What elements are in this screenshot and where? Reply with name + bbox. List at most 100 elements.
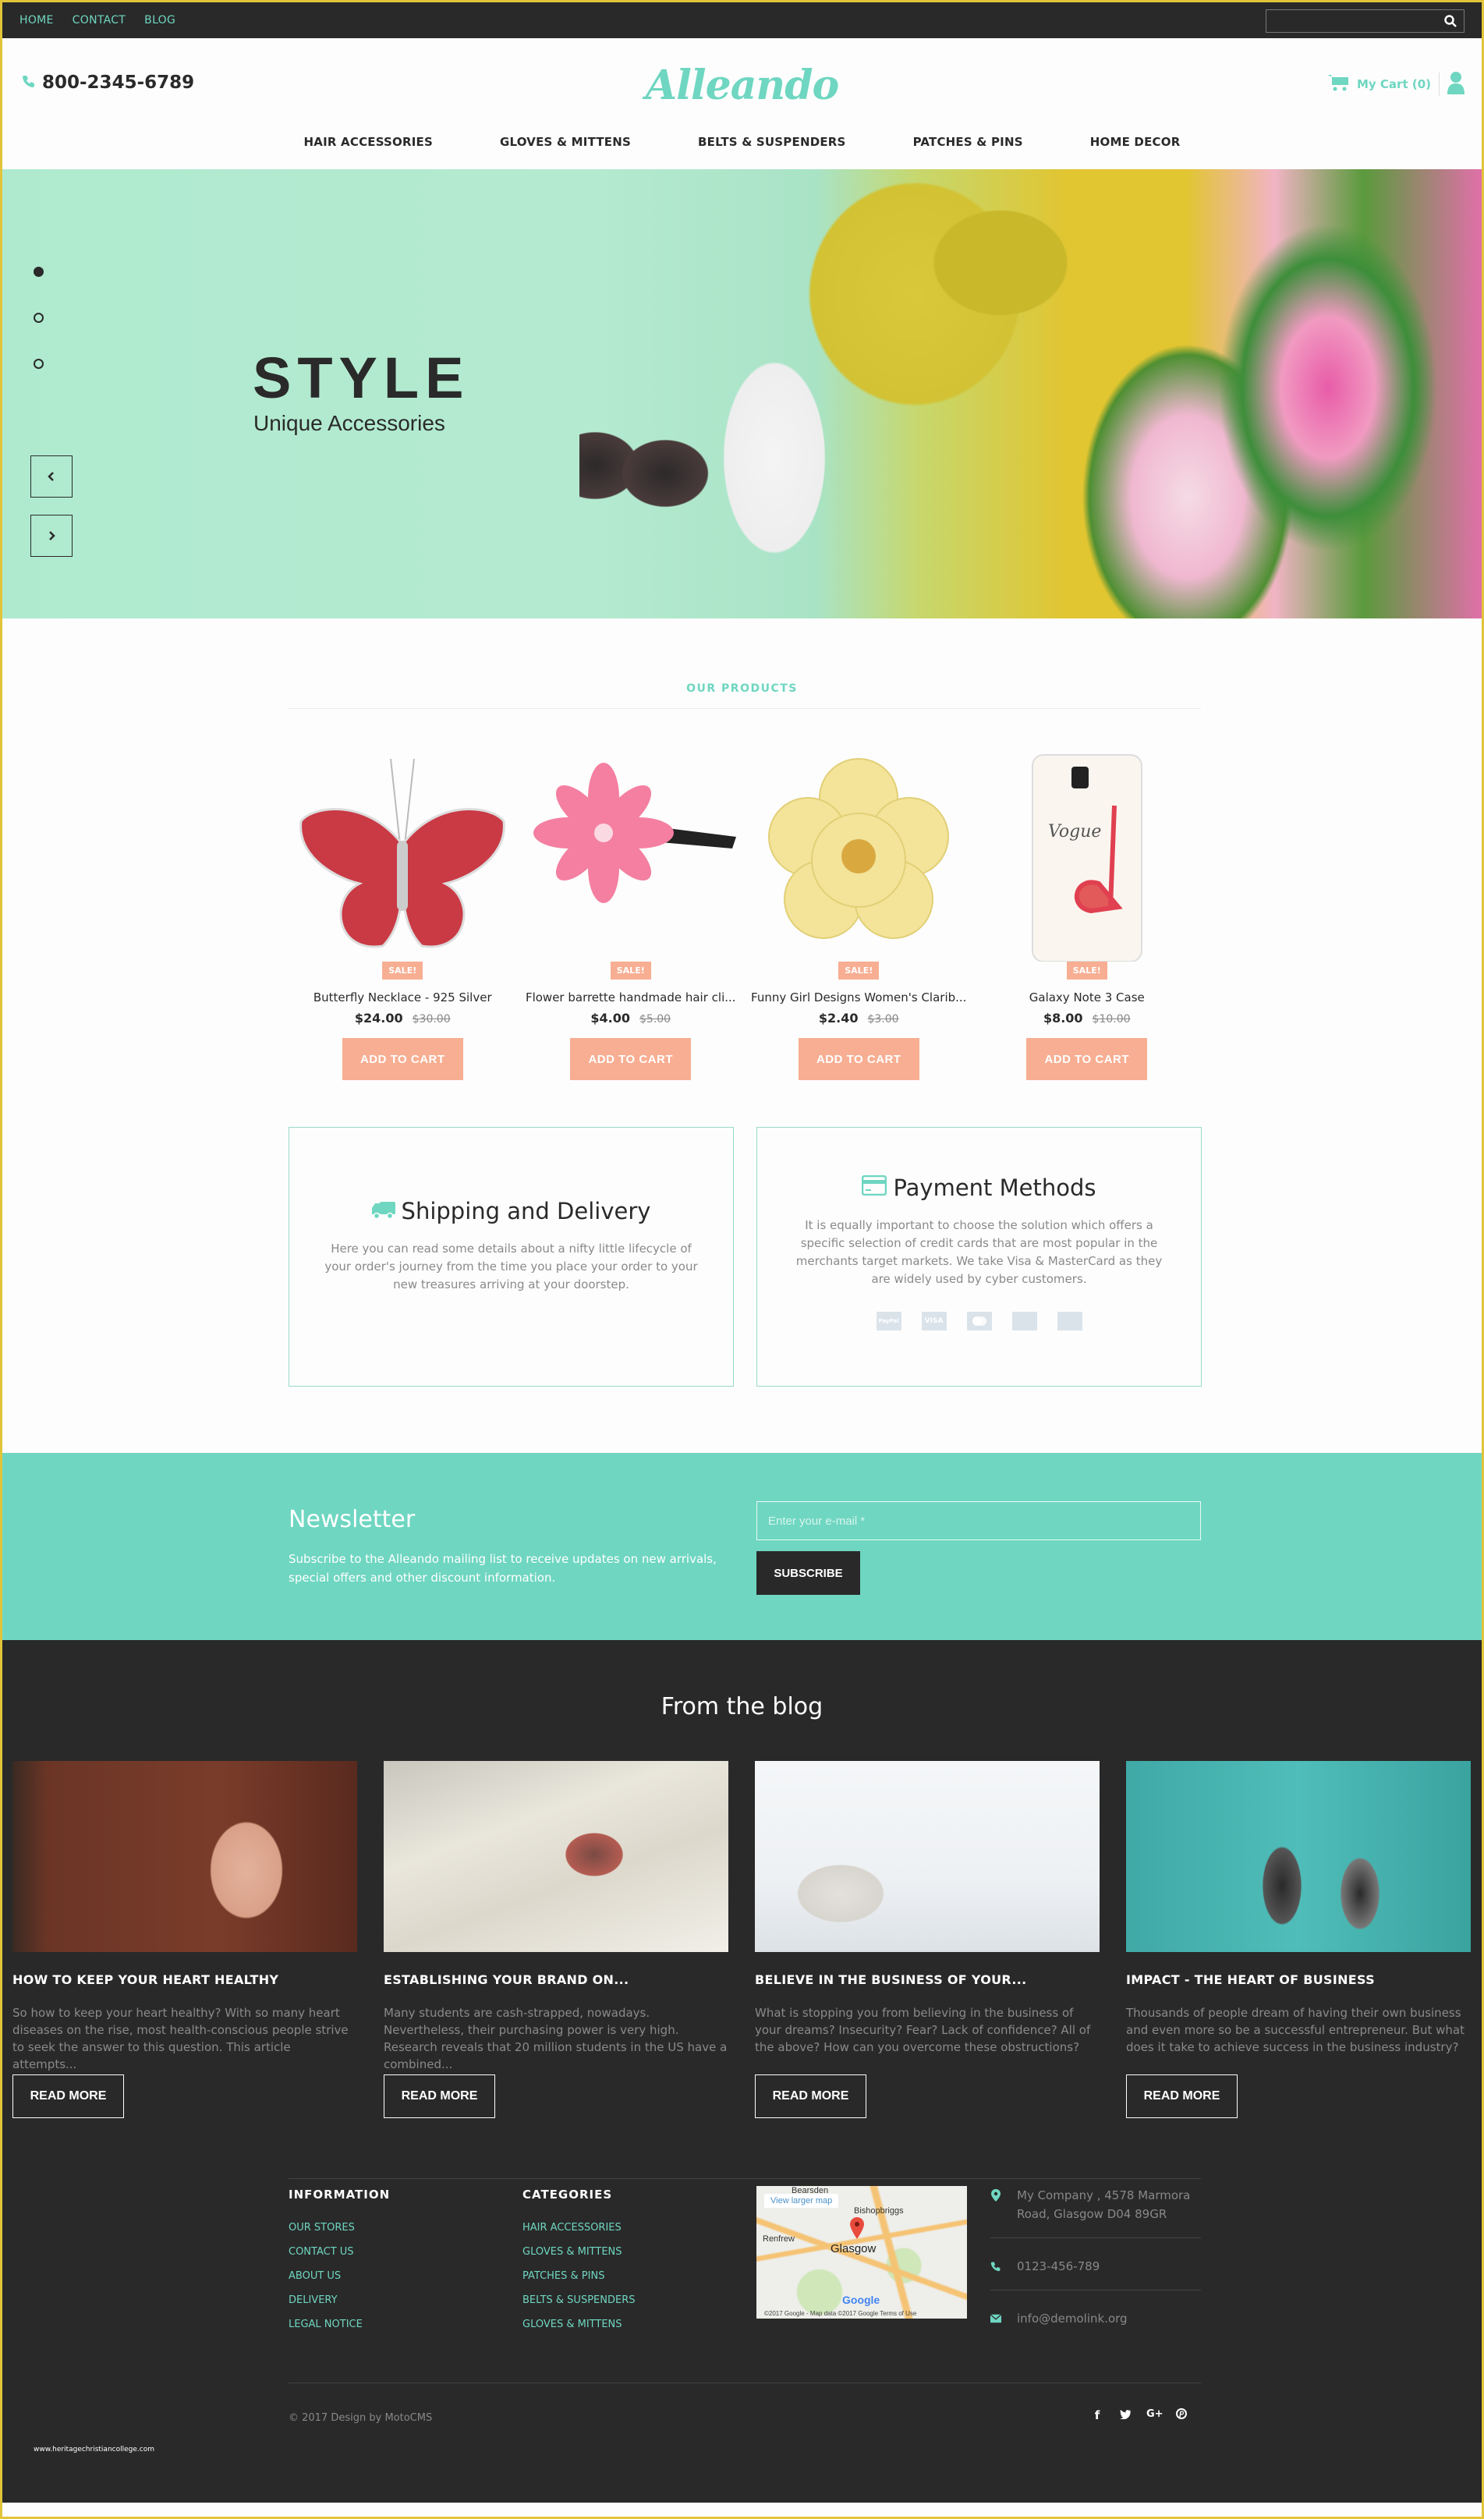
product-image-flower-barrette[interactable] (526, 751, 736, 962)
slider-dot-1[interactable] (34, 267, 44, 277)
slider-next-button[interactable] (30, 515, 73, 557)
email-field[interactable] (756, 1501, 1201, 1540)
view-larger-map-link[interactable]: View larger map (764, 2194, 839, 2208)
top-nav-home[interactable]: HOME (19, 14, 54, 27)
product-image-yellow-flower[interactable] (753, 751, 964, 962)
post-title[interactable]: BELIEVE IN THE BUSINESS OF YOUR... (755, 1972, 1100, 1987)
visa-icon: VISA (921, 1312, 947, 1330)
footer-link-gloves-mittens-2[interactable]: GLOVES & MITTENS (522, 2319, 622, 2330)
product-name[interactable]: Flower barrette handmade hair cli... (517, 990, 746, 1004)
subscribe-button[interactable]: SUBSCRIBE (756, 1551, 860, 1595)
amex-icon (1057, 1312, 1082, 1330)
hero-image (579, 169, 1482, 618)
user-icon[interactable] (1447, 71, 1465, 97)
menu-home-decor[interactable]: HOME DECOR (1090, 135, 1181, 149)
newsletter-title: Newsletter (289, 1506, 416, 1533)
footer-link-patches-pins[interactable]: PATCHES & PINS (522, 2270, 604, 2282)
map-attribution: ©2017 Google - Map data ©2017 Google Ter… (764, 2310, 917, 2317)
post-title[interactable]: HOW TO KEEP YOUR HEART HEALTHY (12, 1972, 357, 1987)
truck-icon (371, 1198, 395, 1224)
search-box (1266, 9, 1465, 33)
product-name[interactable]: Funny Girl Designs Women's Clarib... (745, 990, 973, 1004)
contact-address: My Company , 4578 Marmora Road, Glasgow … (990, 2186, 1201, 2238)
read-more-button[interactable]: READ MORE (1126, 2074, 1238, 2118)
add-to-cart-button[interactable]: ADD TO CART (342, 1038, 463, 1080)
menu-patches-pins[interactable]: PATCHES & PINS (913, 135, 1023, 149)
location-pin-icon (991, 2189, 1001, 2202)
product-card: SALE! Butterfly Necklace - 925 Silver $2… (289, 751, 517, 1080)
post-title[interactable]: IMPACT - THE HEART OF BUSINESS (1126, 1972, 1471, 1987)
top-nav-contact[interactable]: CONTACT (73, 14, 126, 27)
footer-link-hair-accessories[interactable]: HAIR ACCESSORIES (522, 2222, 622, 2234)
shipping-title: Shipping and Delivery (401, 1198, 651, 1224)
post-title[interactable]: ESTABLISHING YOUR BRAND ON... (384, 1972, 728, 1987)
product-card: SALE! Funny Girl Designs Women's Clarib.… (745, 751, 973, 1080)
products-section: OUR PRODUCTS SALE! Butterfly Necklace - … (2, 618, 1482, 1127)
footer-link-gloves-mittens[interactable]: GLOVES & MITTENS (522, 2246, 622, 2258)
phone-icon (990, 2262, 1001, 2272)
payment-text: It is equally important to choose the so… (795, 1218, 1163, 1286)
product-image-butterfly-necklace[interactable] (297, 751, 508, 962)
cart-icon[interactable] (1327, 73, 1349, 95)
contact-phone: 0123-456-789 (990, 2257, 1201, 2290)
product-image-galaxy-case[interactable]: Vogue (982, 751, 1192, 962)
footer-link-legal-notice[interactable]: LEGAL NOTICE (289, 2319, 363, 2330)
pinterest-icon[interactable] (1174, 2408, 1188, 2422)
post-image-white-room[interactable] (755, 1761, 1100, 1952)
payment-box: Payment Methods It is equally important … (756, 1127, 1202, 1387)
product-name[interactable]: Butterfly Necklace - 925 Silver (289, 990, 517, 1004)
google-plus-icon[interactable]: G+ (1146, 2408, 1163, 2422)
hero-title: STYLE (253, 345, 470, 410)
footer-link-about-us[interactable]: ABOUT US (289, 2270, 341, 2282)
search-icon[interactable] (1443, 14, 1457, 28)
product-name[interactable]: Galaxy Note 3 Case (973, 990, 1202, 1004)
post-excerpt: Thousands of people dream of having thei… (1126, 2006, 1465, 2054)
facebook-icon[interactable]: f (1090, 2408, 1104, 2422)
read-more-button[interactable]: READ MORE (12, 2074, 124, 2118)
footer-link-delivery[interactable]: DELIVERY (289, 2294, 338, 2306)
newsletter-text: Subscribe to the Alleando mailing list t… (289, 1552, 717, 1585)
shipping-text: Here you can read some details about a n… (324, 1242, 698, 1291)
post-image-two-girls[interactable] (1126, 1761, 1471, 1952)
post-excerpt: What is stopping you from believing in t… (755, 2006, 1091, 2054)
product-price: $24.00 (354, 1011, 403, 1026)
address-text: My Company , 4578 Marmora Road, Glasgow … (1017, 2188, 1191, 2221)
site-header: 800-2345-6789 Alleando My Cart (0) HAIR … (2, 38, 1482, 169)
read-more-button[interactable]: READ MORE (384, 2074, 495, 2118)
slider-prev-button[interactable] (30, 455, 73, 498)
slider-dot-3[interactable] (34, 359, 44, 369)
menu-belts-suspenders[interactable]: BELTS & SUSPENDERS (698, 135, 846, 149)
twitter-icon[interactable] (1118, 2408, 1132, 2422)
cart-label[interactable]: My Cart (0) (1357, 77, 1431, 91)
footer-contact: My Company , 4578 Marmora Road, Glasgow … (990, 2186, 1201, 2361)
add-to-cart-button[interactable]: ADD TO CART (570, 1038, 692, 1080)
product-old-price: $10.00 (1092, 1013, 1131, 1026)
top-nav-blog[interactable]: BLOG (144, 14, 175, 27)
footer-link-contact-us[interactable]: CONTACT US (289, 2246, 354, 2258)
blog-section: From the blog HOW TO KEEP YOUR HEART HEA… (2, 1640, 1482, 2503)
cart[interactable]: My Cart (0) (1327, 71, 1465, 97)
top-nav: HOME CONTACT BLOG (19, 14, 175, 27)
email-text[interactable]: info@demolink.org (1017, 2309, 1128, 2328)
blog-post: ESTABLISHING YOUR BRAND ON... Many stude… (384, 1761, 728, 2118)
product-card: SALE! Flower barrette handmade hair cli.… (517, 751, 746, 1080)
menu-gloves-mittens[interactable]: GLOVES & MITTENS (500, 135, 631, 149)
menu-hair-accessories[interactable]: HAIR ACCESSORIES (304, 135, 433, 149)
mastercard-icon (966, 1312, 992, 1330)
footer-categories: CATEGORIES HAIR ACCESSORIES GLOVES & MIT… (522, 2188, 636, 2340)
footer-link-belts-suspenders[interactable]: BELTS & SUSPENDERS (522, 2294, 636, 2306)
slider-dot-2[interactable] (34, 313, 44, 323)
read-more-button[interactable]: READ MORE (755, 2074, 866, 2118)
post-excerpt: Many students are cash-strapped, nowaday… (384, 2006, 728, 2071)
location-map[interactable]: Bearsden View larger map Bishopbriggs Re… (756, 2186, 967, 2319)
post-image-photo-album[interactable] (384, 1761, 728, 1952)
add-to-cart-button[interactable]: ADD TO CART (1026, 1038, 1148, 1080)
search-input[interactable] (1266, 10, 1438, 32)
site-logo[interactable]: Alleando (2, 62, 1482, 109)
post-image-leather-bag[interactable] (12, 1761, 357, 1952)
phone-text[interactable]: 0123-456-789 (1017, 2257, 1100, 2276)
product-list: SALE! Butterfly Necklace - 925 Silver $2… (289, 751, 1201, 1080)
payment-title: Payment Methods (893, 1174, 1096, 1201)
footer-link-our-stores[interactable]: OUR STORES (289, 2222, 355, 2234)
add-to-cart-button[interactable]: ADD TO CART (798, 1038, 919, 1080)
